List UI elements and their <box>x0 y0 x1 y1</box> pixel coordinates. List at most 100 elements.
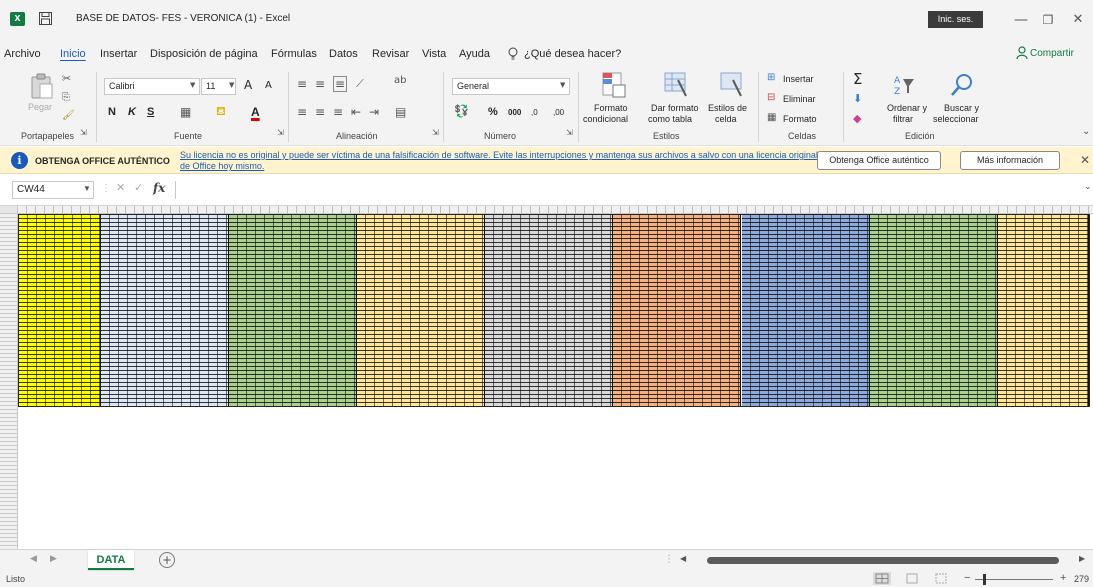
merge-center-icon[interactable]: ▤ <box>395 105 406 119</box>
increase-decimal-button[interactable]: ,0 <box>531 108 538 117</box>
decrease-decimal-button[interactable]: ,00 <box>553 108 564 117</box>
italic-button[interactable]: K <box>128 106 136 118</box>
close-license-icon[interactable]: ✕ <box>1080 153 1090 167</box>
share-person-icon[interactable] <box>1016 46 1028 60</box>
align-bottom-icon[interactable]: ≡ <box>333 76 348 92</box>
conditional-format-label[interactable]: Formato <box>594 103 628 113</box>
page-layout-icon[interactable] <box>903 572 921 585</box>
zoom-out-button[interactable]: − <box>964 572 970 584</box>
underline-button[interactable]: S <box>147 106 154 118</box>
scroll-left-icon[interactable]: ◀ <box>680 554 686 563</box>
sheet-tab-data[interactable]: DATA <box>88 550 134 570</box>
align-center-icon[interactable]: ≡ <box>315 105 325 119</box>
paste-label[interactable]: Pegar <box>28 102 52 112</box>
column-band-6[interactable] <box>613 215 742 406</box>
bold-button[interactable]: N <box>108 106 116 118</box>
tab-ayuda[interactable]: Ayuda <box>459 48 490 60</box>
number-format-select[interactable]: General <box>452 78 570 95</box>
sort-filter-label-2[interactable]: filtrar <box>893 114 913 124</box>
format-as-table-label[interactable]: Dar formato <box>651 103 699 113</box>
normal-view-icon[interactable] <box>873 572 891 585</box>
sign-in-button[interactable]: Inic. ses. <box>928 11 983 28</box>
column-band-7[interactable] <box>741 215 870 406</box>
delete-cells-icon[interactable]: ⊟ <box>767 92 775 103</box>
conditional-format-icon[interactable] <box>602 72 626 98</box>
add-sheet-icon[interactable]: + <box>159 552 175 568</box>
tab-vista[interactable]: Vista <box>422 48 446 60</box>
collapse-ribbon-icon[interactable]: ⌄ <box>1082 126 1090 137</box>
zoom-level[interactable]: 279 <box>1074 574 1089 584</box>
align-right-icon[interactable]: ≡ <box>333 105 343 119</box>
align-top-icon[interactable]: ≡ <box>297 77 307 91</box>
conditional-format-label-2[interactable]: condicional <box>583 114 628 124</box>
column-band-2[interactable] <box>101 215 230 406</box>
percent-button[interactable]: % <box>488 106 498 118</box>
insert-cells-button[interactable]: Insertar <box>783 74 814 84</box>
page-break-icon[interactable] <box>932 572 950 585</box>
clipboard-launcher-icon[interactable]: ⇲ <box>80 128 87 137</box>
shrink-font-icon[interactable]: A <box>265 80 272 91</box>
insert-function-icon[interactable]: fx <box>153 181 165 195</box>
clear-eraser-icon[interactable]: ◆ <box>853 112 861 125</box>
font-color-icon[interactable]: A <box>251 105 260 119</box>
zoom-slider[interactable] <box>975 579 1053 580</box>
paste-clipboard-icon[interactable] <box>30 73 54 99</box>
tab-inicio[interactable]: Inicio <box>60 48 86 60</box>
align-middle-icon[interactable]: ≡ <box>315 77 325 91</box>
more-info-button[interactable]: Más información <box>960 151 1060 170</box>
confirm-entry-icon[interactable]: ✓ <box>134 181 143 194</box>
tab-insertar[interactable]: Insertar <box>100 48 137 60</box>
prev-sheet-icon[interactable]: ◀ <box>30 554 37 564</box>
cancel-entry-icon[interactable]: ✕ <box>116 181 125 194</box>
tab-formulas[interactable]: Fórmulas <box>271 48 317 60</box>
find-select-label-2[interactable]: seleccionar <box>933 114 979 124</box>
name-box[interactable]: CW44 <box>12 181 94 199</box>
zoom-in-button[interactable]: + <box>1060 572 1066 584</box>
tab-disposicion[interactable]: Disposición de página <box>150 48 258 60</box>
cell-styles-icon[interactable] <box>720 72 744 98</box>
fill-color-icon[interactable]: ⛾ <box>216 104 226 120</box>
increase-indent-icon[interactable]: ⇥ <box>369 105 379 119</box>
find-search-icon[interactable] <box>950 73 974 97</box>
cell-styles-label[interactable]: Estilos de <box>708 103 747 113</box>
decrease-indent-icon[interactable]: ⇤ <box>351 105 361 119</box>
cell-styles-label-2[interactable]: celda <box>715 114 737 124</box>
currency-icon[interactable]: 💱 <box>454 104 469 118</box>
restore-button[interactable]: ❐ <box>1038 10 1058 30</box>
column-headers[interactable] <box>18 206 1093 214</box>
minimize-button[interactable]: — <box>1011 10 1031 30</box>
get-genuine-office-button[interactable]: Obtenga Office auténtico <box>817 151 941 170</box>
column-band-5[interactable] <box>485 215 614 406</box>
tab-revisar[interactable]: Revisar <box>372 48 409 60</box>
sort-filter-icon[interactable]: A Z <box>893 74 915 96</box>
format-as-table-icon[interactable] <box>664 72 688 98</box>
tab-split-handle[interactable]: ⋮ <box>664 554 674 565</box>
sort-filter-label[interactable]: Ordenar y <box>887 103 927 113</box>
column-band-8[interactable] <box>869 215 998 406</box>
font-launcher-icon[interactable]: ⇲ <box>277 128 284 137</box>
chevron-down-icon[interactable]: ▼ <box>83 184 91 193</box>
fill-icon[interactable]: ⬇ <box>853 92 862 105</box>
cut-scissors-icon[interactable]: ✂ <box>62 72 71 85</box>
format-cells-icon[interactable]: ▦ <box>767 112 776 123</box>
select-all-corner[interactable] <box>0 206 18 214</box>
orientation-icon[interactable]: ⟋ <box>356 77 364 91</box>
license-message-link[interactable]: Su licencia no es original y puede ser v… <box>180 150 820 172</box>
column-band-1[interactable] <box>19 215 102 406</box>
format-as-table-label-2[interactable]: como tabla <box>648 114 692 124</box>
find-select-label[interactable]: Buscar y <box>944 103 979 113</box>
column-band-4[interactable] <box>357 215 486 406</box>
font-name-select[interactable]: Calibri <box>104 78 200 95</box>
spreadsheet-grid[interactable] <box>0 205 1093 550</box>
copy-icon[interactable]: ⎘ <box>62 92 70 103</box>
number-launcher-icon[interactable]: ⇲ <box>566 128 573 137</box>
save-icon[interactable] <box>39 12 52 25</box>
wrap-text-icon[interactable]: ab <box>394 75 406 86</box>
scroll-right-icon[interactable]: ▶ <box>1079 554 1085 563</box>
delete-cells-button[interactable]: Eliminar <box>783 94 816 104</box>
next-sheet-icon[interactable]: ▶ <box>50 554 57 564</box>
column-band-3[interactable] <box>229 215 358 406</box>
data-range[interactable] <box>18 214 1090 407</box>
zoom-slider-thumb[interactable] <box>983 574 986 585</box>
format-painter-icon[interactable]: 🖌 <box>62 110 75 121</box>
